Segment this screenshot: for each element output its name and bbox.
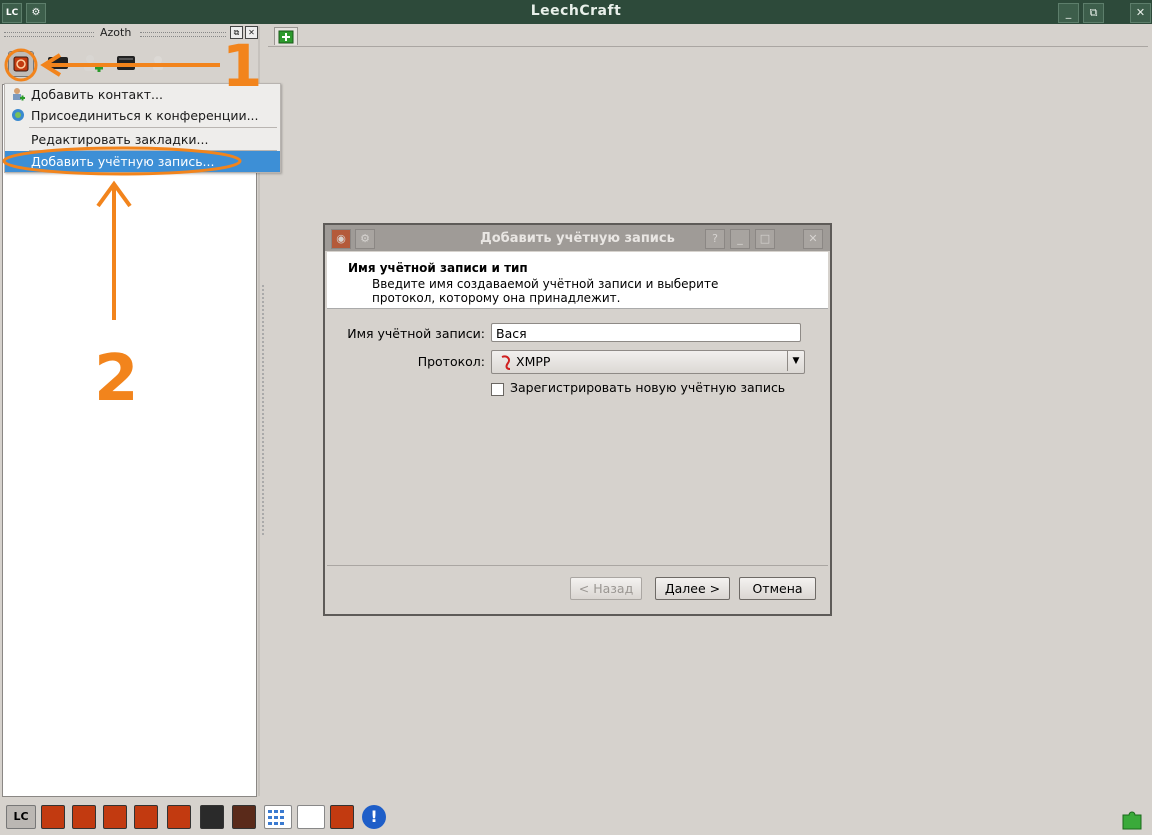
grid-view-icon[interactable] — [264, 805, 292, 829]
annotation-circle-1 — [4, 48, 38, 82]
annotation-arrow-1 — [40, 53, 220, 77]
annotation-number-1: 1 — [222, 32, 263, 100]
annotation-number-2: 2 — [94, 342, 139, 416]
plugins-puzzle-icon[interactable] — [1120, 805, 1146, 831]
annotation-arrow-2 — [96, 180, 132, 320]
star-plugin-icon[interactable] — [200, 805, 224, 829]
list-view-icon[interactable] — [297, 805, 325, 829]
bottom-taskbar: LC ! — [0, 798, 1152, 835]
search-plugin-icon[interactable] — [41, 805, 65, 829]
eye-plugin-icon[interactable] — [167, 805, 191, 829]
pen-plugin-icon[interactable] — [134, 805, 158, 829]
leechcraft-menu-icon[interactable]: LC — [6, 805, 36, 829]
history-plugin-icon[interactable] — [103, 805, 127, 829]
lightning-plugin-icon[interactable] — [72, 805, 96, 829]
annotation-overlay — [2, 48, 242, 320]
annotation-ellipse-2 — [2, 146, 242, 176]
list-plugin-icon[interactable] — [232, 805, 256, 829]
azoth-tab-icon[interactable] — [330, 805, 354, 829]
notification-icon[interactable]: ! — [362, 805, 386, 829]
